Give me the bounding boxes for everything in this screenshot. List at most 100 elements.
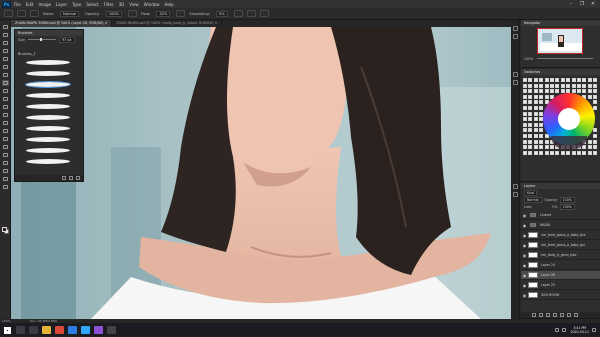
more-tools-icon[interactable] [2, 184, 9, 190]
color-swatch[interactable] [539, 78, 544, 82]
color-swatch[interactable] [533, 122, 538, 127]
marquee-tool-icon[interactable] [2, 32, 9, 38]
color-swatch[interactable] [587, 78, 592, 82]
color-swatch[interactable] [533, 145, 538, 150]
layer-row[interactable]: ◉ Layer 25 [521, 281, 600, 290]
layer-mask-icon[interactable] [546, 313, 550, 317]
color-swatch[interactable] [587, 83, 592, 88]
brush-preset-stroke[interactable] [24, 81, 72, 88]
brush-preset-stroke[interactable] [25, 159, 71, 164]
color-swatch[interactable] [550, 145, 554, 150]
adjustment-layer-icon[interactable] [553, 313, 557, 317]
color-swatch[interactable] [533, 83, 538, 88]
brush-preset-stroke[interactable] [25, 71, 71, 76]
navigator-zoom-slider[interactable] [537, 58, 593, 59]
history-icon[interactable] [513, 26, 518, 31]
notifications-icon[interactable] [592, 328, 596, 332]
color-swatch[interactable] [528, 111, 533, 116]
color-swatch[interactable] [550, 150, 554, 155]
color-swatch[interactable] [539, 100, 544, 105]
layer-group-row[interactable]: ◉ NADIA [521, 221, 600, 230]
gradient-tool-icon[interactable] [2, 112, 9, 118]
brush-tool-icon[interactable] [2, 80, 9, 86]
healing-tool-icon[interactable] [2, 72, 9, 78]
pressure-opacity-icon[interactable] [128, 10, 138, 17]
color-swatch[interactable] [523, 100, 527, 105]
color-swatch[interactable] [544, 78, 549, 82]
trash-icon[interactable] [76, 176, 80, 180]
navigator-zoom-value[interactable]: 100% [524, 57, 533, 61]
color-swatch[interactable] [523, 111, 527, 116]
blur-tool-icon[interactable] [2, 120, 9, 126]
edge-icon[interactable] [68, 326, 77, 334]
color-swatch[interactable] [523, 139, 527, 144]
color-swatch[interactable] [544, 145, 549, 150]
file-explorer-icon[interactable] [42, 326, 51, 334]
channels-icon[interactable] [513, 184, 518, 189]
color-swatch[interactable] [533, 94, 538, 99]
eyedropper-tool-icon[interactable] [2, 64, 9, 70]
color-swatch[interactable] [555, 78, 560, 82]
menu-select[interactable]: Select [86, 2, 98, 7]
color-swatch[interactable] [533, 128, 538, 133]
color-swatch[interactable] [539, 106, 544, 110]
color-swatch[interactable] [577, 78, 581, 82]
color-swatch[interactable] [528, 122, 533, 127]
color-swatch[interactable] [582, 83, 587, 88]
zoom-tool-icon[interactable] [2, 176, 9, 182]
link-layers-icon[interactable] [532, 313, 536, 317]
color-swatch[interactable] [582, 145, 587, 150]
color-swatch[interactable] [528, 145, 533, 150]
crop-tool-icon[interactable] [2, 56, 9, 62]
history-brush-tool-icon[interactable] [2, 96, 9, 102]
blend-mode-select[interactable]: Normal [524, 196, 542, 203]
color-swatch[interactable] [528, 150, 533, 155]
color-swatch[interactable] [593, 89, 598, 94]
taskbar-clock[interactable]: 3:41 PM 2020-04-11 [570, 326, 589, 334]
color-swatch[interactable] [528, 117, 533, 122]
menu-file[interactable]: File [14, 2, 21, 7]
new-folder-icon[interactable] [62, 176, 66, 180]
visibility-eye-icon[interactable]: ◉ [521, 281, 528, 290]
eraser-tool-icon[interactable] [2, 104, 9, 110]
brush-size-input[interactable]: 97 px [58, 36, 75, 43]
color-swatch[interactable] [539, 83, 544, 88]
hand-tool-icon[interactable] [2, 168, 9, 174]
color-swatch[interactable] [523, 145, 527, 150]
color-swatch[interactable] [566, 150, 571, 155]
move-tool-icon[interactable] [2, 24, 9, 30]
color-swatch[interactable] [528, 78, 533, 82]
color-swatch[interactable] [593, 78, 598, 82]
color-swatch[interactable] [587, 94, 592, 99]
menu-view[interactable]: View [129, 2, 139, 7]
color-swatch[interactable] [571, 83, 576, 88]
brush-preset-stroke[interactable] [25, 148, 71, 153]
color-swatch[interactable] [528, 100, 533, 105]
color-swatch[interactable] [550, 78, 554, 82]
clone-stamp-tool-icon[interactable] [2, 88, 9, 94]
color-swatch[interactable] [582, 78, 587, 82]
layer-row[interactable]: ◉ SICK ROOM [521, 291, 600, 300]
color-swatch[interactable] [560, 150, 565, 155]
color-swatch[interactable] [577, 83, 581, 88]
volume-icon[interactable] [562, 328, 567, 332]
visibility-eye-icon[interactable]: ◉ [521, 221, 528, 230]
menu-filter[interactable]: Filter [104, 2, 114, 7]
symmetry-icon[interactable] [259, 10, 269, 17]
color-swatch[interactable] [593, 145, 598, 150]
brush-settings-icon[interactable] [30, 10, 39, 17]
color-swatch[interactable] [533, 150, 538, 155]
visibility-eye-icon[interactable]: ◉ [521, 261, 528, 270]
color-swatch[interactable] [539, 139, 544, 144]
color-swatch[interactable] [539, 128, 544, 133]
color-swatch[interactable] [523, 128, 527, 133]
layer-row[interactable]: ◉ Layer 24 [521, 261, 600, 270]
color-swatch[interactable] [528, 139, 533, 144]
color-swatch[interactable] [533, 78, 538, 82]
pen-tool-icon[interactable] [2, 136, 9, 142]
brush-preset-stroke[interactable] [25, 137, 71, 142]
brush-preset-picker-icon[interactable] [17, 10, 26, 17]
app-icon[interactable] [107, 326, 116, 334]
minimize-button[interactable]: – [566, 0, 576, 8]
color-swatch[interactable] [566, 83, 571, 88]
